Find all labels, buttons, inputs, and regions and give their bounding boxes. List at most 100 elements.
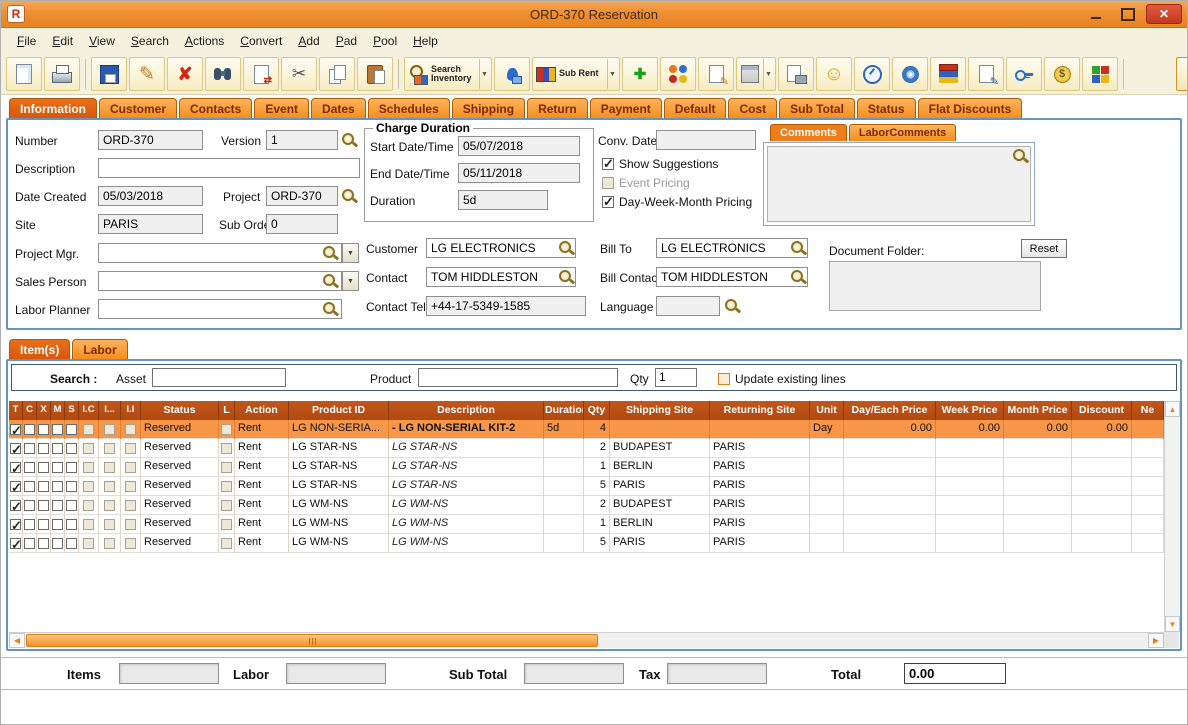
toolbar-save-button[interactable] [91,57,127,91]
column-header-description[interactable]: Description [389,401,544,420]
row-check-s[interactable] [66,519,77,530]
column-header-product-id[interactable]: Product ID [289,401,389,420]
version-search-icon[interactable] [341,132,357,148]
row-check-t[interactable] [10,538,21,549]
toolbar-search-inventory-button[interactable]: Search Inventory [404,57,492,91]
toolbar-convert-button[interactable] [243,57,279,91]
column-header-duration[interactable]: Duration [544,401,584,420]
toolbar-note-button[interactable] [698,57,734,91]
toolbar-books-button[interactable] [930,57,966,91]
row-check-m[interactable] [52,424,63,435]
tab-flat-discounts[interactable]: Flat Discounts [918,98,1023,118]
row-check-m[interactable] [52,519,63,530]
table-row[interactable]: ReservedRentLG WM-NSLG WM-NS2BUDAPESTPAR… [9,496,1164,515]
sales-person-search-icon[interactable] [322,273,338,289]
language-field[interactable] [656,296,720,316]
row-check-t[interactable] [10,462,21,473]
row-check-i-c[interactable] [83,424,94,435]
toolbar-copy-button[interactable] [319,57,355,91]
sales-person-field[interactable] [98,271,342,291]
pad-dropdown[interactable] [763,59,773,89]
menu-pool[interactable]: Pool [365,30,405,52]
project-mgr-field[interactable] [98,243,342,263]
toolbar-disc-button[interactable] [892,57,928,91]
table-row[interactable]: ReservedRentLG WM-NSLG WM-NS5PARISPARIS [9,534,1164,553]
row-check-c[interactable] [24,500,35,511]
row-check-i-i[interactable] [125,500,136,511]
bill-to-field[interactable]: LG ELECTRONICS [656,238,808,258]
document-folder-box[interactable] [829,261,1041,311]
customer-field[interactable]: LG ELECTRONICS [426,238,576,258]
row-check-x[interactable] [38,519,49,530]
row-check-s[interactable] [66,538,77,549]
tab-default[interactable]: Default [664,98,727,118]
row-check-x[interactable] [38,500,49,511]
tab-shipping[interactable]: Shipping [452,98,525,118]
column-header-week-price[interactable]: Week Price [936,401,1004,420]
row-check-i-i[interactable] [125,538,136,549]
bill-contact-search-icon[interactable] [790,269,806,285]
table-row[interactable]: ReservedRentLG STAR-NSLG STAR-NS2BUDAPES… [9,439,1164,458]
column-header-unit[interactable]: Unit [810,401,844,420]
row-check-c[interactable] [24,538,35,549]
column-header-status[interactable]: Status [141,401,219,420]
scroll-up-button[interactable] [1165,401,1180,417]
language-search-icon[interactable] [724,298,740,314]
row-check-c[interactable] [24,462,35,473]
day-week-month-pricing-checkbox[interactable]: Day-Week-Month Pricing [602,195,752,209]
row-check-l[interactable] [221,424,232,435]
project-mgr-dropdown-button[interactable] [342,243,359,263]
tab-sub-total[interactable]: Sub Total [779,98,855,118]
toolbar-smiley-button[interactable] [816,57,852,91]
toolbar-notes-button[interactable] [968,57,1004,91]
contact-search-icon[interactable] [558,269,574,285]
close-button[interactable] [1146,4,1182,24]
scroll-left-button[interactable] [9,633,25,648]
labor-planner-field[interactable] [98,299,342,319]
toolbar-paste-button[interactable] [357,57,393,91]
row-check-i[interactable] [104,424,115,435]
customer-search-icon[interactable] [558,240,574,256]
qty-input[interactable]: 1 [655,368,697,387]
column-header-t[interactable]: T [9,401,23,420]
tab-information[interactable]: Information [9,98,97,118]
column-header-discount[interactable]: Discount [1072,401,1132,420]
comments-search-icon[interactable] [1012,148,1028,164]
toolbar-doc-print-button[interactable] [778,57,814,91]
row-check-i-i[interactable] [125,462,136,473]
toolbar-edit-button[interactable] [129,57,165,91]
toolbar-find-button[interactable] [205,57,241,91]
row-check-i-c[interactable] [83,462,94,473]
table-row[interactable]: ReservedRentLG NON-SERIA...- LG NON-SERI… [9,420,1164,439]
column-header-i-i[interactable]: I.I [121,401,141,420]
row-check-c[interactable] [24,481,35,492]
toolbar-delete-button[interactable] [167,57,203,91]
row-check-i-c[interactable] [83,443,94,454]
column-header-returning-site[interactable]: Returning Site [710,401,810,420]
project-search-icon[interactable] [341,188,357,204]
toolbar-pad-button[interactable] [736,57,776,91]
row-check-t[interactable] [10,443,21,454]
sales-person-dropdown-button[interactable] [342,271,359,291]
row-check-i-i[interactable] [125,519,136,530]
toolbar-sub-rent-button[interactable]: Sub Rent [532,57,620,91]
number-field[interactable]: ORD-370 [98,130,203,150]
start-date-field[interactable]: 05/07/2018 [458,136,580,156]
row-check-x[interactable] [38,481,49,492]
tab-contacts[interactable]: Contacts [179,98,252,118]
column-header-i[interactable]: I... [99,401,121,420]
column-header-day-each-price[interactable]: Day/Each Price [844,401,936,420]
row-check-i[interactable] [104,538,115,549]
row-check-x[interactable] [38,462,49,473]
tab-schedules[interactable]: Schedules [368,98,450,118]
sub-orders-field[interactable]: 0 [266,214,338,234]
column-header-qty[interactable]: Qty [584,401,610,420]
toolbar-puzzle-button[interactable] [1082,57,1118,91]
column-header-x[interactable]: X [37,401,51,420]
row-check-t[interactable] [10,500,21,511]
row-check-i-i[interactable] [125,481,136,492]
project-field[interactable]: ORD-370 [266,186,338,206]
row-check-l[interactable] [221,462,232,473]
comments-textarea[interactable] [767,146,1031,222]
toolbar-money-button[interactable] [1044,57,1080,91]
